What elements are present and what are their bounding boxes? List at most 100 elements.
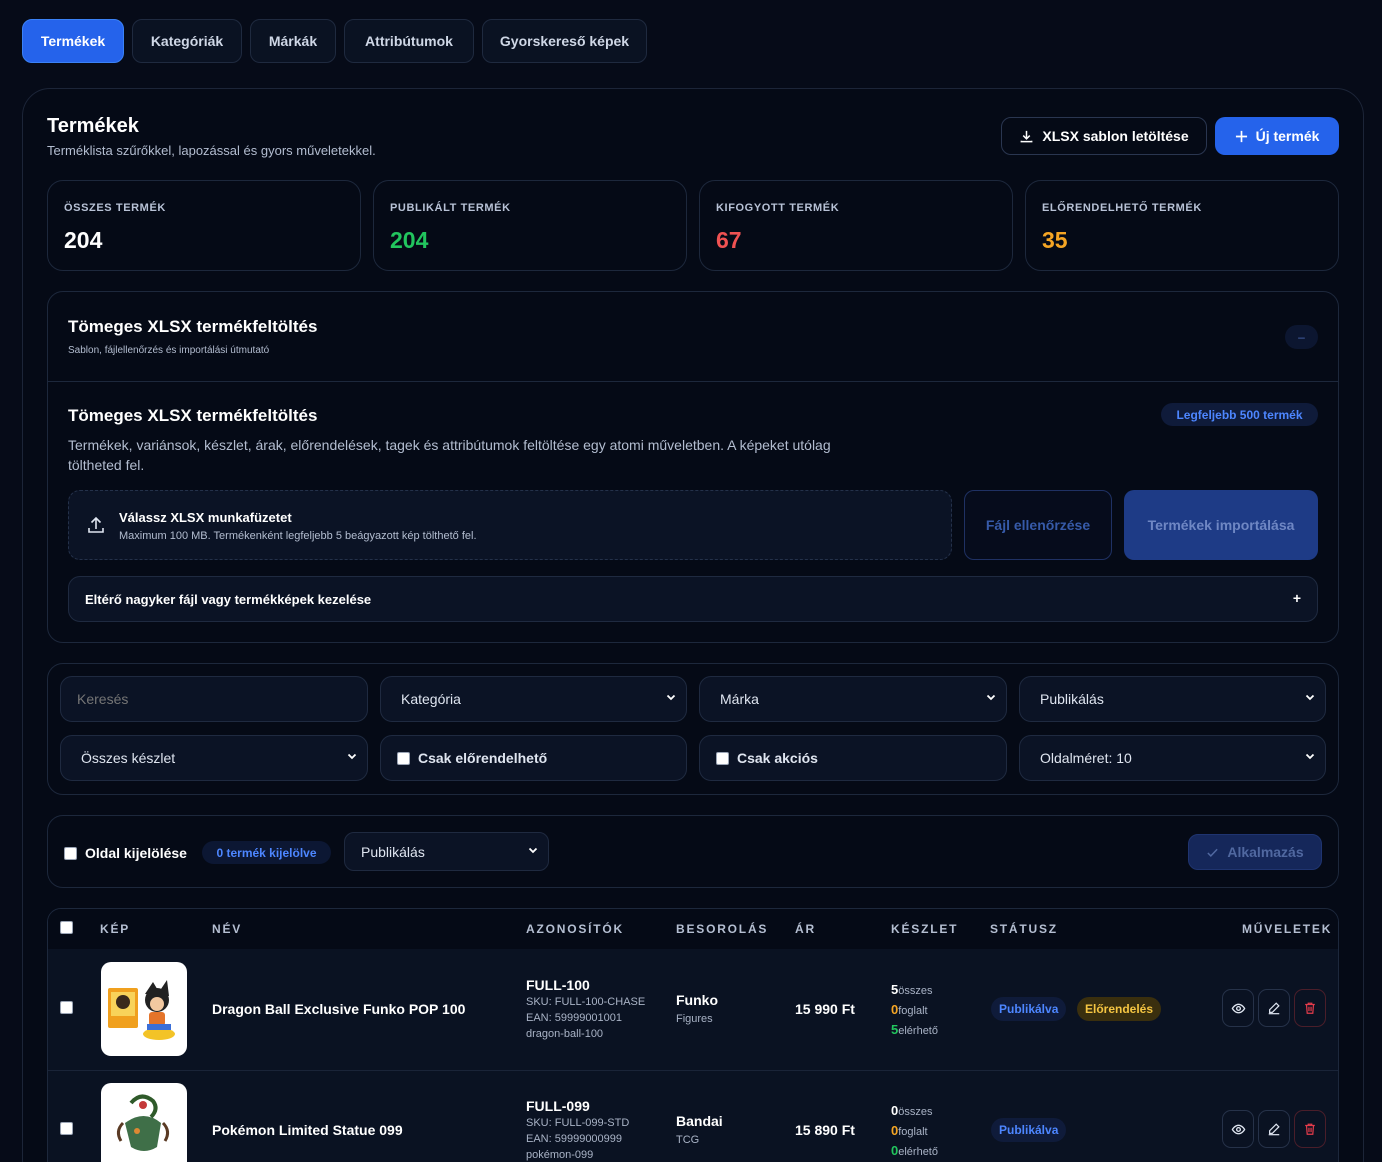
view-button[interactable] [1222, 1110, 1254, 1148]
new-product-button[interactable]: Új termék [1215, 117, 1339, 155]
column-header-name: NÉV [212, 922, 243, 936]
chevron-down-icon [986, 694, 996, 701]
edit-button[interactable] [1258, 1110, 1290, 1148]
product-ean: EAN: 59999000999 [526, 1133, 623, 1145]
chevron-down-icon [666, 694, 676, 701]
check-icon [1207, 848, 1219, 857]
upload-section-subtitle: Sablon, fájlellenőrzés és importálási út… [68, 345, 270, 356]
product-image[interactable] [101, 1083, 187, 1162]
stat-label: ÖSSZES TERMÉK [64, 202, 166, 214]
column-header-stock: KÉSZLET [891, 922, 959, 936]
page-size-select[interactable]: Oldalméret: 10 [1019, 735, 1326, 781]
page-title: Termékek [47, 115, 139, 137]
delete-button[interactable] [1294, 1110, 1326, 1148]
stock-reserved: 0foglalt [891, 1002, 928, 1017]
checkbox[interactable] [397, 751, 410, 765]
stock-total: 5összes [891, 982, 933, 997]
download-template-button[interactable]: XLSX sablon letöltése [1001, 117, 1207, 155]
product-brand: Bandai [676, 1113, 723, 1129]
stock-total: 0összes [891, 1103, 933, 1118]
collapse-button[interactable]: – [1285, 325, 1318, 349]
product-name[interactable]: Pokémon Limited Statue 099 [212, 1122, 403, 1138]
product-image[interactable] [101, 962, 187, 1056]
trash-icon [1305, 1002, 1315, 1014]
column-header-price: ÁR [795, 922, 816, 936]
select-all-checkbox[interactable] [60, 921, 73, 934]
limit-badge: Legfeljebb 500 termék [1161, 403, 1318, 426]
dropzone-title: Válassz XLSX munkafüzetet [119, 510, 292, 525]
preorder-badge: Előrendelés [1077, 997, 1162, 1021]
edit-button[interactable] [1258, 989, 1290, 1027]
column-header-image: KÉP [100, 922, 131, 936]
product-brand: Funko [676, 992, 718, 1008]
product-price: 15 990 Ft [795, 1001, 855, 1017]
view-button[interactable] [1222, 989, 1254, 1027]
alt-source-toggle[interactable]: Eltérő nagyker fájl vagy termékképek kez… [68, 576, 1318, 622]
tab-quicksearch-images[interactable]: Gyorskereső képek [482, 19, 647, 63]
eye-icon [1231, 1003, 1245, 1013]
tab-attributes[interactable]: Attribútumok [344, 19, 474, 63]
stat-card-total: ÖSSZES TERMÉK 204 [47, 180, 361, 271]
publish-select[interactable]: Publikálás [1019, 676, 1326, 722]
tab-products[interactable]: Termékek [22, 19, 124, 63]
delete-button[interactable] [1294, 989, 1326, 1027]
checkbox[interactable] [64, 846, 77, 860]
upload-icon [88, 516, 104, 533]
product-ean: EAN: 59999001001 [526, 1012, 623, 1024]
product-sku: SKU: FULL-100-CHASE [526, 996, 646, 1008]
select-page-checkbox[interactable]: Oldal kijelölése [64, 845, 187, 861]
column-header-classification: BESOROLÁS [676, 922, 769, 936]
divider [48, 1070, 1338, 1071]
trash-icon [1305, 1123, 1315, 1135]
column-header-actions: MŰVELETEK [1242, 922, 1333, 936]
xlsx-dropzone[interactable]: Válassz XLSX munkafüzetet Maximum 100 MB… [68, 490, 952, 560]
check-file-button[interactable]: Fájl ellenőrzése [964, 490, 1112, 560]
edit-icon [1268, 1123, 1280, 1136]
stat-label: ELŐRENDELHETŐ TERMÉK [1042, 202, 1202, 214]
plus-icon: + [1292, 590, 1301, 606]
product-thumbnail-figure [108, 980, 175, 1040]
product-code: FULL-099 [526, 1098, 590, 1114]
product-name[interactable]: Dragon Ball Exclusive Funko POP 100 [212, 1001, 465, 1017]
checkbox[interactable] [716, 751, 729, 765]
page-subtitle: Terméklista szűrőkkel, lapozással és gyo… [47, 143, 376, 158]
product-category: Figures [676, 1013, 713, 1025]
bulk-action-select[interactable]: Publikálás [344, 832, 549, 871]
column-header-status: STÁTUSZ [990, 922, 1058, 936]
stock-available: 0elérhető [891, 1143, 938, 1158]
stat-card-out-of-stock: KIFOGYOTT TERMÉK 67 [699, 180, 1013, 271]
preorder-only-checkbox[interactable]: Csak előrendelhető [380, 735, 687, 781]
upload-section-title: Tömeges XLSX termékfeltöltés [68, 317, 318, 336]
dropzone-hint: Maximum 100 MB. Termékenként legfeljebb … [119, 530, 477, 542]
column-header-identifiers: AZONOSÍTÓK [526, 922, 624, 936]
chevron-down-icon [347, 753, 357, 760]
sale-only-checkbox[interactable]: Csak akciós [699, 735, 1007, 781]
selected-count-badge: 0 termék kijelölve [202, 841, 331, 864]
tab-categories[interactable]: Kategóriák [132, 19, 242, 63]
brand-select[interactable]: Márka [699, 676, 1007, 722]
stock-available: 5elérhető [891, 1022, 938, 1037]
upload-title: Tömeges XLSX termékfeltöltés [68, 406, 318, 425]
apply-button[interactable]: Alkalmazás [1188, 834, 1322, 870]
import-products-button[interactable]: Termékek importálása [1124, 490, 1318, 560]
row-checkbox[interactable] [60, 1122, 73, 1135]
chevron-down-icon [1305, 753, 1315, 760]
stock-select[interactable]: Összes készlet [60, 735, 368, 781]
row-checkbox[interactable] [60, 1001, 73, 1014]
stat-value: 204 [64, 227, 103, 253]
stat-value: 67 [716, 227, 742, 253]
search-input[interactable] [60, 676, 368, 722]
product-slug: pokémon-099 [526, 1149, 594, 1161]
stat-value: 35 [1042, 227, 1068, 253]
category-select[interactable]: Kategória [380, 676, 687, 722]
stat-label: KIFOGYOTT TERMÉK [716, 202, 840, 214]
stat-card-preorderable: ELŐRENDELHETŐ TERMÉK 35 [1025, 180, 1339, 271]
status-badge: Publikálva [991, 997, 1067, 1021]
edit-icon [1268, 1002, 1280, 1015]
product-slug: dragon-ball-100 [526, 1028, 604, 1040]
stat-label: PUBLIKÁLT TERMÉK [390, 202, 511, 214]
chevron-down-icon [1305, 694, 1315, 701]
divider [48, 381, 1338, 382]
tab-brands[interactable]: Márkák [250, 19, 336, 63]
upload-description: Termékek, variánsok, készlet, árak, előr… [68, 437, 831, 473]
